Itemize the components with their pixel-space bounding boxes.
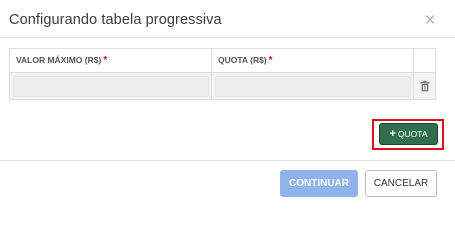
required-marker: * xyxy=(103,55,108,66)
quota-input[interactable] xyxy=(215,76,411,97)
progressive-table: VALOR MÁXIMO (R$) * QUOTA (R$) * xyxy=(9,48,436,100)
footer-divider xyxy=(0,160,455,161)
close-icon[interactable]: × xyxy=(422,11,438,30)
column-header-label: VALOR MÁXIMO (R$) xyxy=(16,55,102,65)
cancel-button[interactable]: CANCELAR xyxy=(365,170,437,197)
dialog-title: Configurando tabela progressiva xyxy=(9,12,222,28)
plus-icon: + xyxy=(389,128,396,140)
column-header-label: QUOTA (R$) xyxy=(218,55,267,65)
trash-icon[interactable] xyxy=(419,80,431,92)
progressive-table-dialog: Configurando tabela progressiva × VALOR … xyxy=(0,0,455,204)
required-marker: * xyxy=(268,55,273,66)
add-quota-button[interactable]: + QUOTA xyxy=(379,123,438,145)
max-value-input[interactable] xyxy=(13,76,209,97)
column-header-quota: QUOTA (R$) * xyxy=(212,49,414,72)
column-header-actions xyxy=(414,49,436,72)
add-quota-label: QUOTA xyxy=(397,129,428,139)
column-header-max-value: VALOR MÁXIMO (R$) * xyxy=(10,49,212,72)
continue-button[interactable]: CONTINUAR xyxy=(280,170,358,197)
header-divider xyxy=(0,37,455,38)
